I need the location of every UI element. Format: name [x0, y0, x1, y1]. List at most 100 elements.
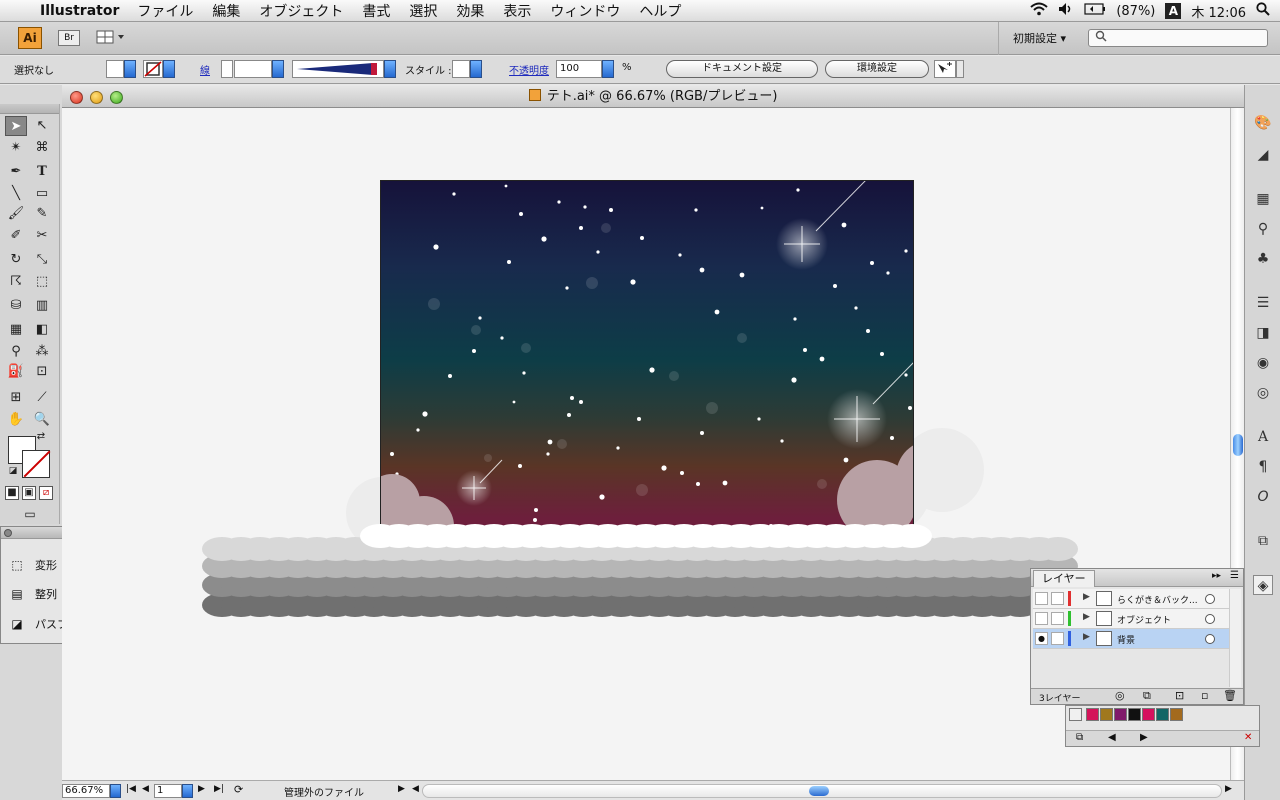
horizontal-scrollbar[interactable]	[422, 784, 1222, 798]
horizontal-scroll-thumb[interactable]	[809, 786, 829, 796]
opacity-label[interactable]: 不透明度	[509, 62, 549, 77]
layers-tab[interactable]: レイヤー	[1033, 570, 1095, 587]
menu-app-name[interactable]: Illustrator	[40, 3, 119, 19]
paragraph-panel-icon[interactable]: ¶	[1253, 457, 1273, 477]
volume-icon[interactable]	[1058, 2, 1074, 20]
next-page-icon[interactable]: ▶	[198, 784, 205, 794]
close-window-button[interactable]	[70, 91, 83, 104]
previous-page-icon[interactable]: ◀	[142, 784, 149, 794]
swatch-previous-icon[interactable]: ◀	[1108, 732, 1116, 743]
stroke-weight-label[interactable]: 線	[200, 62, 210, 77]
isolate-mode-icon[interactable]	[934, 60, 956, 78]
layer-target-icon[interactable]	[1205, 634, 1215, 644]
lasso-tool-icon[interactable]: ⌘	[31, 138, 53, 158]
pencil-tool-icon[interactable]: ✎	[31, 204, 53, 224]
eyedropper-tool-icon[interactable]: ⚲	[5, 342, 27, 362]
live-paint-bucket-tool-icon[interactable]: ⛽	[5, 362, 27, 382]
graphic-style-box[interactable]	[452, 60, 470, 78]
opacity-slider-arrow[interactable]	[602, 60, 614, 78]
gradient-panel-icon[interactable]: ◨	[1253, 323, 1273, 343]
mesh-tool-icon[interactable]: ▦	[5, 320, 27, 340]
menubar-clock[interactable]: 木 12:06	[1191, 2, 1246, 21]
status-menu-icon[interactable]: ⟳	[234, 783, 243, 796]
color-mode-icon[interactable]: ■	[5, 486, 19, 500]
arrange-documents-button[interactable]	[96, 30, 128, 46]
stroke-panel-icon[interactable]: ☰	[1253, 293, 1273, 313]
layer-target-icon[interactable]	[1205, 614, 1215, 624]
panel-close-icon[interactable]	[4, 529, 12, 537]
swatch-delete-icon[interactable]: ✕	[1244, 732, 1252, 743]
menu-select[interactable]: 選択	[409, 1, 437, 21]
stroke-weight-input[interactable]	[234, 60, 272, 78]
document-title-bar[interactable]: テト.ai* @ 66.67% (RGB/プレビュー)	[62, 86, 1244, 108]
preferences-button[interactable]: 環境設定	[825, 60, 929, 78]
layer-target-icon[interactable]	[1205, 594, 1215, 604]
graphic-style-dropdown[interactable]	[470, 60, 482, 78]
symbols-panel-icon[interactable]: ♣	[1253, 249, 1273, 269]
fill-dropdown-arrow[interactable]	[124, 60, 136, 78]
brush-definition-preview[interactable]	[292, 60, 384, 78]
menu-type[interactable]: 書式	[362, 1, 390, 21]
zoom-dropdown[interactable]	[110, 784, 121, 798]
rotate-tool-icon[interactable]: ↻	[5, 250, 27, 270]
layer-lock-toggle[interactable]	[1051, 592, 1064, 605]
selection-tool-icon[interactable]: ➤	[5, 116, 27, 136]
new-layer-icon[interactable]: ▫	[1201, 689, 1208, 702]
scale-tool-icon[interactable]: ⤡	[31, 250, 53, 270]
swatches-panel-icon[interactable]: ▦	[1253, 189, 1273, 209]
layers-panel-header[interactable]: レイヤー ▸▸ ☰	[1031, 569, 1243, 587]
panel-item-transform[interactable]: ⬚ 変形	[9, 555, 57, 575]
swatch-color[interactable]	[1128, 708, 1141, 721]
hand-tool-icon[interactable]: ✋	[5, 410, 27, 430]
stroke-dropdown-arrow[interactable]	[163, 60, 175, 78]
swatch-next-icon[interactable]: ▶	[1140, 732, 1148, 743]
opentype-panel-icon[interactable]: O	[1253, 487, 1273, 507]
stroke-weight-stepper[interactable]	[221, 60, 233, 78]
workspace-switcher[interactable]: 初期設定 ▾	[998, 22, 1066, 55]
status-arrow-icon[interactable]: ▶	[398, 784, 405, 794]
swatch-color[interactable]	[1170, 708, 1183, 721]
fill-color-box[interactable]	[106, 60, 124, 78]
panel-collapse-icon[interactable]: ▸▸	[1212, 571, 1221, 581]
panel-menu-icon[interactable]: ☰	[1230, 570, 1239, 581]
default-fill-stroke-icon[interactable]: ◪	[6, 464, 20, 478]
live-paint-selection-tool-icon[interactable]: ⊡	[31, 362, 53, 382]
screen-mode-icon[interactable]: ▭	[18, 506, 42, 522]
layer-row[interactable]: ▶ らくがき＆バック...	[1033, 589, 1229, 609]
pen-tool-icon[interactable]: ✒	[5, 162, 27, 182]
new-sublayer-icon[interactable]: ⊡	[1175, 689, 1184, 702]
swap-fill-stroke-icon[interactable]: ⇄	[34, 430, 48, 444]
help-search-input[interactable]	[1088, 29, 1268, 47]
input-method-indicator[interactable]: A	[1165, 3, 1182, 19]
menu-window[interactable]: ウィンドウ	[550, 1, 620, 21]
stroke-color-box[interactable]	[143, 60, 163, 78]
first-page-icon[interactable]: |◀	[126, 784, 136, 794]
line-segment-tool-icon[interactable]: ╲	[5, 184, 27, 204]
spotlight-search-icon[interactable]	[1256, 2, 1270, 20]
layer-visibility-toggle[interactable]	[1035, 592, 1048, 605]
zoom-level-input[interactable]: 66.67%	[62, 784, 110, 798]
last-page-icon[interactable]: ▶|	[214, 784, 224, 794]
swatch-library-icon[interactable]: ⧉	[1076, 732, 1083, 743]
swatch-color[interactable]	[1156, 708, 1169, 721]
layer-row[interactable]: ▶ オブジェクト	[1033, 609, 1229, 629]
layer-expand-icon[interactable]: ▶	[1083, 592, 1090, 602]
magic-wand-tool-icon[interactable]: ✴	[5, 138, 27, 158]
layer-expand-icon[interactable]: ▶	[1083, 632, 1090, 642]
control-panel-menu-arrow[interactable]	[956, 60, 964, 78]
layers-scrollbar[interactable]	[1229, 589, 1241, 687]
layer-lock-toggle[interactable]	[1051, 632, 1064, 645]
color-panel-icon[interactable]: 🎨	[1253, 113, 1273, 133]
opacity-input[interactable]: 100	[556, 60, 602, 78]
scroll-left-icon[interactable]: ◀	[412, 784, 419, 794]
page-dropdown[interactable]	[182, 784, 193, 798]
zoom-tool-icon[interactable]: 🔍	[31, 410, 53, 430]
column-graph-tool-icon[interactable]: ▥	[31, 296, 53, 316]
menu-view[interactable]: 表示	[503, 1, 531, 21]
tools-panel-grip[interactable]	[0, 104, 59, 114]
brush-dropdown[interactable]	[384, 60, 396, 78]
gradient-tool-icon[interactable]: ◧	[31, 320, 53, 340]
warp-tool-icon[interactable]: ☈	[5, 272, 27, 292]
scroll-right-icon[interactable]: ▶	[1225, 784, 1232, 794]
swatch-color[interactable]	[1086, 708, 1099, 721]
